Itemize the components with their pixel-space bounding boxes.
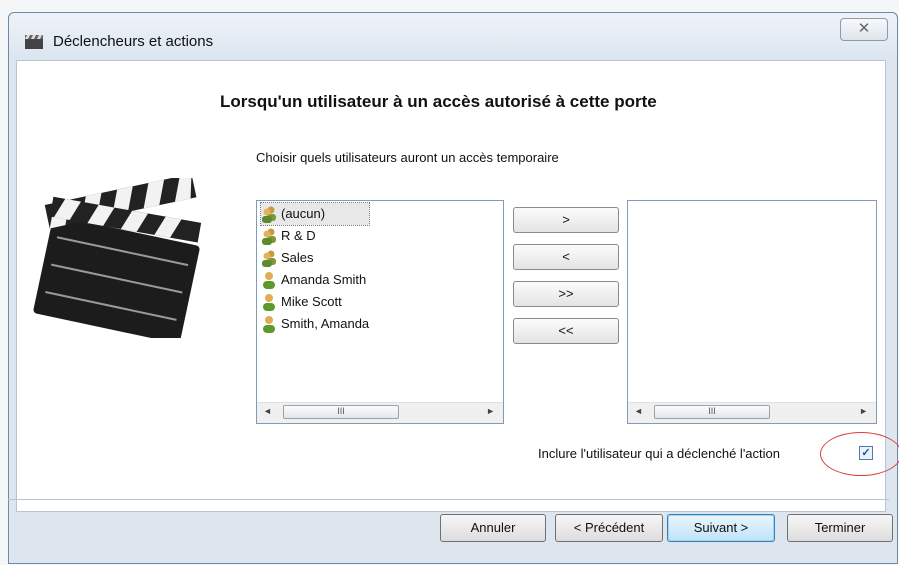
add-button[interactable]: > xyxy=(513,207,619,233)
list-item[interactable]: R & D xyxy=(261,225,369,247)
list-item-label: Sales xyxy=(281,250,314,265)
remove-all-button[interactable]: << xyxy=(513,318,619,344)
horizontal-scrollbar[interactable]: ◄ III ► xyxy=(257,402,503,423)
list-item-label: R & D xyxy=(281,228,316,243)
close-button[interactable]: ✕ xyxy=(840,18,888,41)
previous-button[interactable]: < Précédent xyxy=(555,514,663,542)
clapperboard-illustration xyxy=(33,178,202,338)
remove-button[interactable]: < xyxy=(513,244,619,270)
list-item[interactable]: Amanda Smith xyxy=(261,269,369,291)
scrollbar-thumb[interactable]: III xyxy=(283,405,399,419)
user-icon xyxy=(263,272,275,289)
list-item[interactable]: Mike Scott xyxy=(261,291,369,313)
scrollbar-thumb[interactable]: III xyxy=(654,405,770,419)
instruction-text: Choisir quels utilisateurs auront un acc… xyxy=(256,150,559,165)
finish-button[interactable]: Terminer xyxy=(787,514,893,542)
list-item-label: Mike Scott xyxy=(281,294,342,309)
title-bar[interactable]: Déclencheurs et actions ✕ xyxy=(9,13,897,61)
group-icon xyxy=(262,250,276,267)
annotation-circle xyxy=(820,432,899,476)
footer-divider xyxy=(8,499,889,500)
list-item[interactable]: Sales xyxy=(261,247,369,269)
list-item-label: Smith, Amanda xyxy=(281,316,370,331)
add-all-button[interactable]: >> xyxy=(513,281,619,307)
list-item[interactable]: (aucun) xyxy=(259,202,371,226)
window-title: Déclencheurs et actions xyxy=(53,33,214,50)
next-button[interactable]: Suivant > xyxy=(667,514,775,542)
scroll-left-icon[interactable]: ◄ xyxy=(634,406,643,416)
list-item-label: Amanda Smith xyxy=(281,272,367,287)
list-item-label: (aucun) xyxy=(281,206,326,221)
include-user-label: Inclure l'utilisateur qui a déclenché l'… xyxy=(538,446,780,461)
horizontal-scrollbar[interactable]: ◄ III ► xyxy=(628,402,876,423)
group-icon xyxy=(262,206,276,223)
group-icon xyxy=(262,228,276,245)
available-users-list[interactable]: (aucun) R & D Sales Amanda Smith Mike Sc… xyxy=(256,200,504,424)
scroll-left-icon[interactable]: ◄ xyxy=(263,406,272,416)
scroll-right-icon[interactable]: ► xyxy=(486,406,495,416)
scroll-right-icon[interactable]: ► xyxy=(859,406,868,416)
user-icon xyxy=(263,294,275,311)
cancel-button[interactable]: Annuler xyxy=(440,514,546,542)
selected-users-list[interactable]: ◄ III ► xyxy=(627,200,877,424)
list-item[interactable]: Smith, Amanda xyxy=(261,313,369,335)
clapperboard-icon xyxy=(25,35,43,49)
page-heading: Lorsqu'un utilisateur à un accès autoris… xyxy=(220,92,657,111)
user-icon xyxy=(263,316,275,333)
